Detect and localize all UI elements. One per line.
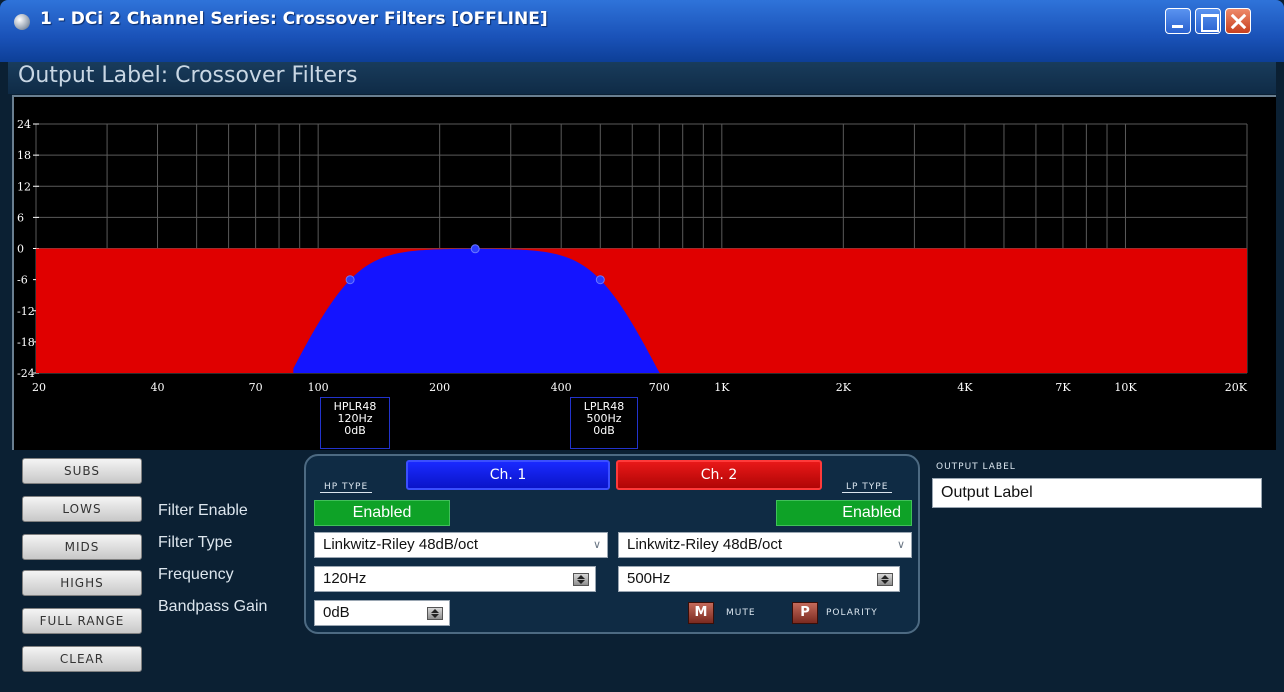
polarity-label: POLARITY bbox=[826, 608, 878, 618]
lp-enable-toggle[interactable]: Enabled bbox=[776, 500, 912, 526]
frequency-label: Frequency bbox=[158, 566, 234, 583]
y-tick-label: 24 bbox=[17, 118, 31, 131]
x-tick-label: 20 bbox=[32, 381, 46, 394]
subs-button[interactable]: SUBS bbox=[22, 458, 142, 484]
filter-enable-label: Filter Enable bbox=[158, 502, 248, 519]
close-button[interactable] bbox=[1225, 8, 1251, 34]
hp-filter-type-select[interactable]: Linkwitz-Riley 48dB/oct ∨ bbox=[314, 532, 608, 558]
lp-frequency-field[interactable]: 500Hz bbox=[618, 566, 900, 592]
lp-filter-marker[interactable]: LPLR48 500Hz 0dB bbox=[570, 397, 638, 449]
graph-canvas[interactable]: 24 18 12 6 0 -6 -12 -18 -24 20 40 70 100 200 400 700 1K… bbox=[14, 97, 1276, 397]
x-tick-label: 100 bbox=[308, 381, 329, 394]
title-bar[interactable]: 1 - DCi 2 Channel Series: Crossover Filt… bbox=[0, 0, 1284, 62]
hp-frequency-value: 120Hz bbox=[323, 570, 367, 587]
minimize-button[interactable] bbox=[1165, 8, 1191, 34]
mids-button[interactable]: MIDS bbox=[22, 534, 142, 560]
x-tick-label: 70 bbox=[249, 381, 263, 394]
lp-filter-type-value: Linkwitz-Riley 48dB/oct bbox=[627, 536, 783, 553]
chevron-down-icon[interactable]: ∨ bbox=[897, 533, 905, 557]
y-tick-label: 12 bbox=[17, 180, 31, 193]
frequency-response-graph[interactable]: 24 18 12 6 0 -6 -12 -18 -24 20 40 70 100 200 400 700 1K… bbox=[12, 95, 1276, 450]
lows-button[interactable]: LOWS bbox=[22, 496, 142, 522]
mute-label: MUTE bbox=[726, 608, 756, 618]
mute-button[interactable]: M bbox=[688, 602, 714, 624]
output-label-input[interactable]: Output Label bbox=[932, 478, 1262, 508]
controls-area: SUBS LOWS MIDS HIGHS FULL RANGE CLEAR Fi… bbox=[8, 452, 1276, 687]
lp-filter-type-select[interactable]: Linkwitz-Riley 48dB/oct ∨ bbox=[618, 532, 912, 558]
y-tick-label: -6 bbox=[17, 274, 28, 287]
hp-type-label: HP TYPE bbox=[320, 482, 373, 493]
y-tick-label: 6 bbox=[17, 211, 24, 224]
window-title: 1 - DCi 2 Channel Series: Crossover Filt… bbox=[40, 9, 548, 29]
hp-marker-gain: 0dB bbox=[344, 424, 366, 437]
y-tick-label: -18 bbox=[17, 336, 35, 349]
x-tick-label: 700 bbox=[649, 381, 670, 394]
chevron-down-icon[interactable]: ∨ bbox=[593, 533, 601, 557]
x-tick-label: 40 bbox=[151, 381, 165, 394]
x-tick-label: 4K bbox=[957, 381, 973, 394]
spin-arrows-icon[interactable] bbox=[573, 573, 589, 586]
hp-handle[interactable] bbox=[345, 275, 355, 285]
x-tick-label: 200 bbox=[429, 381, 450, 394]
y-tick-label: 0 bbox=[17, 243, 24, 256]
y-tick-label: 18 bbox=[17, 149, 31, 162]
y-tick-label: -24 bbox=[17, 367, 35, 380]
highs-button[interactable]: HIGHS bbox=[22, 570, 142, 596]
output-label-title: OUTPUT LABEL bbox=[936, 462, 1016, 472]
channel-panel: Ch. 1 Ch. 2 HP TYPE LP TYPE Enabled Enab… bbox=[304, 454, 920, 634]
x-tick-label: 2K bbox=[836, 381, 852, 394]
lp-handle[interactable] bbox=[595, 275, 605, 285]
x-tick-label: 20K bbox=[1225, 381, 1248, 394]
hp-enable-toggle[interactable]: Enabled bbox=[314, 500, 450, 526]
x-tick-label: 10K bbox=[1114, 381, 1137, 394]
output-label-heading: Output Label: Crossover Filters bbox=[18, 63, 358, 88]
hp-frequency-field[interactable]: 120Hz bbox=[314, 566, 596, 592]
bandpass-gain-field[interactable]: 0dB bbox=[314, 600, 450, 626]
spin-arrows-icon[interactable] bbox=[427, 607, 443, 620]
hp-filter-type-value: Linkwitz-Riley 48dB/oct bbox=[323, 536, 479, 553]
y-tick-label: -12 bbox=[17, 305, 35, 318]
filter-type-label: Filter Type bbox=[158, 534, 233, 551]
full-range-button[interactable]: FULL RANGE bbox=[22, 608, 142, 634]
tab-ch1[interactable]: Ch. 1 bbox=[406, 460, 610, 490]
gain-handle[interactable] bbox=[470, 244, 480, 254]
bandpass-gain-label: Bandpass Gain bbox=[158, 598, 268, 615]
tab-ch2[interactable]: Ch. 2 bbox=[616, 460, 822, 490]
clear-button[interactable]: CLEAR bbox=[22, 646, 142, 672]
hp-filter-marker[interactable]: HPLR48 120Hz 0dB bbox=[320, 397, 390, 449]
x-tick-label: 400 bbox=[551, 381, 572, 394]
lp-marker-gain: 0dB bbox=[593, 424, 615, 437]
lp-type-label: LP TYPE bbox=[842, 482, 893, 493]
x-tick-label: 1K bbox=[714, 381, 730, 394]
spin-arrows-icon[interactable] bbox=[877, 573, 893, 586]
lp-frequency-value: 500Hz bbox=[627, 570, 671, 587]
app-icon[interactable] bbox=[14, 14, 30, 30]
maximize-button[interactable] bbox=[1195, 8, 1221, 34]
polarity-button[interactable]: P bbox=[792, 602, 818, 624]
x-tick-label: 7K bbox=[1055, 381, 1071, 394]
x-axis-labels: 20 40 70 100 200 400 700 1K 2K 4K 7K 10K 20K bbox=[32, 381, 1248, 394]
output-label-bar: Output Label: Crossover Filters bbox=[8, 62, 1276, 94]
bandpass-gain-value: 0dB bbox=[323, 604, 350, 621]
